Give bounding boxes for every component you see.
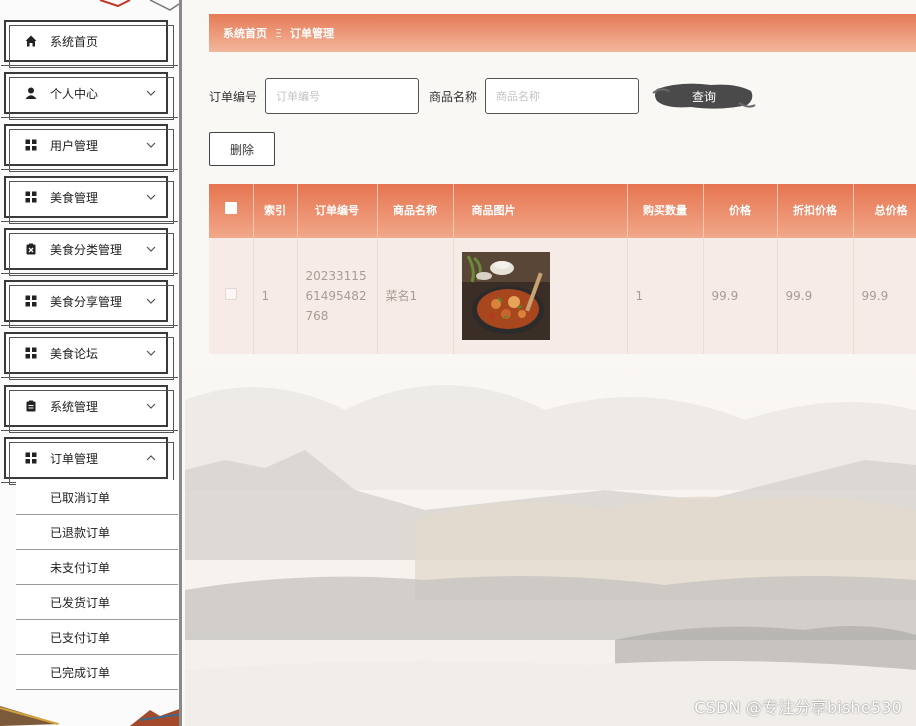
submenu-item-cancelled-orders[interactable]: 已取消订单 (16, 480, 178, 515)
chevron-down-icon (144, 190, 158, 204)
submenu-item-shipped-orders[interactable]: 已发货订单 (16, 585, 178, 620)
chevron-up-icon (144, 451, 158, 465)
row-discount-price: 99.9 (777, 238, 854, 354)
order-no-line: 20233115 (305, 269, 367, 283)
order-no-label: 订单编号 (209, 89, 258, 104)
submenu-item-label: 已支付订单 (50, 630, 111, 645)
roof-decoration-bottom (0, 706, 179, 726)
ink-landscape-background (185, 340, 916, 726)
breadcrumb: 系统首页 Ξ 订单管理 (209, 14, 916, 52)
sidebar: 系统首页 个人中心 用户管理 美食管理 美食分类管理 美食分享管理 美食论坛 系… (0, 0, 182, 726)
breadcrumb-home-link[interactable]: 系统首页 (223, 25, 267, 41)
submenu-item-completed-orders[interactable]: 已完成订单 (16, 655, 178, 690)
column-header-product-image: 商品图片 (453, 184, 628, 238)
sidebar-item-food-forum[interactable]: 美食论坛 (1, 332, 178, 380)
clipboard-x-icon (24, 242, 38, 256)
grid-icon (24, 451, 38, 465)
sidebar-item-food[interactable]: 美食管理 (1, 176, 178, 224)
column-header-price: 价格 (703, 184, 778, 238)
select-all-checkbox[interactable] (209, 184, 254, 238)
chevron-down-icon (144, 399, 158, 413)
submenu-item-refunded-orders[interactable]: 已退款订单 (16, 515, 178, 550)
order-no-input[interactable] (265, 78, 420, 114)
chevron-down-icon (144, 294, 158, 308)
product-name-label: 商品名称 (429, 89, 478, 104)
submenu-item-paid-orders[interactable]: 已支付订单 (16, 620, 178, 655)
row-order-no: 20233115 61495482 768 (297, 238, 378, 354)
order-table: 索引 订单编号 商品名称 商品图片 购买数量 价格 折扣价格 总价格 1 202… (209, 184, 916, 354)
chevron-down-icon (144, 242, 158, 256)
column-header-order-no: 订单编号 (297, 184, 378, 238)
row-product-image-cell (453, 238, 628, 354)
row-total-price: 99.9 (853, 238, 916, 354)
chevron-down-icon (144, 138, 158, 152)
sidebar-item-food-share[interactable]: 美食分享管理 (1, 280, 178, 328)
row-checkbox[interactable] (209, 238, 254, 354)
row-price: 99.9 (703, 238, 778, 354)
query-button-label: 查询 (692, 89, 717, 104)
product-name-input[interactable] (485, 78, 640, 114)
query-button[interactable]: 查询 (651, 79, 757, 113)
breadcrumb-separator: Ξ (275, 26, 282, 40)
row-product-name: 菜名1 (377, 238, 454, 354)
row-quantity: 1 (627, 238, 704, 354)
food-dish-image[interactable] (461, 252, 550, 340)
table-row[interactable]: 1 20233115 61495482 768 菜名1 1 99.9 99.9 … (209, 238, 916, 354)
grid-icon (24, 346, 38, 360)
grid-icon (24, 190, 38, 204)
submenu-item-label: 已发货订单 (50, 595, 111, 610)
submenu-item-unpaid-orders[interactable]: 未支付订单 (16, 550, 178, 585)
sidebar-item-home[interactable]: 系统首页 (1, 20, 178, 68)
sidebar-item-label: 系统首页 (50, 34, 99, 49)
chevron-down-icon (144, 346, 158, 360)
column-header-quantity: 购买数量 (627, 184, 704, 238)
submenu-item-label: 已完成订单 (50, 665, 111, 680)
watermark-text: CSDN @专注分享bishe530 (694, 698, 902, 717)
home-icon (24, 34, 38, 48)
main-content: 系统首页 Ξ 订单管理 订单编号 商品名称 查询 删除 索引 订单编号 商品名称 (185, 0, 916, 726)
submenu-item-label: 未支付订单 (50, 560, 111, 575)
row-index: 1 (253, 238, 298, 354)
sidebar-item-profile[interactable]: 个人中心 (1, 72, 178, 120)
submenu-item-label: 已取消订单 (50, 490, 111, 505)
chevron-down-icon (144, 86, 158, 100)
column-header-product-name: 商品名称 (377, 184, 454, 238)
grid-icon (24, 294, 38, 308)
sidebar-item-orders[interactable]: 订单管理 (1, 437, 178, 485)
delete-button[interactable]: 删除 (209, 132, 275, 166)
table-header-row: 索引 订单编号 商品名称 商品图片 购买数量 价格 折扣价格 总价格 (209, 184, 916, 238)
user-icon (24, 86, 38, 100)
sidebar-item-users[interactable]: 用户管理 (1, 124, 178, 172)
sidebar-item-system[interactable]: 系统管理 (1, 385, 178, 433)
column-header-total-price: 总价格 (853, 184, 916, 238)
order-no-line: 768 (305, 309, 329, 323)
breadcrumb-current: 订单管理 (289, 27, 334, 40)
column-header-index: 索引 (253, 184, 298, 238)
grid-icon (24, 138, 38, 152)
submenu-item-label: 已退款订单 (50, 525, 111, 540)
clipboard-icon (24, 399, 38, 413)
column-header-discount-price: 折扣价格 (777, 184, 854, 238)
roof-decoration-top (99, 0, 179, 11)
search-form: 订单编号 商品名称 查询 (209, 78, 757, 114)
sidebar-item-food-category[interactable]: 美食分类管理 (1, 228, 178, 276)
order-no-line: 61495482 (305, 289, 367, 303)
